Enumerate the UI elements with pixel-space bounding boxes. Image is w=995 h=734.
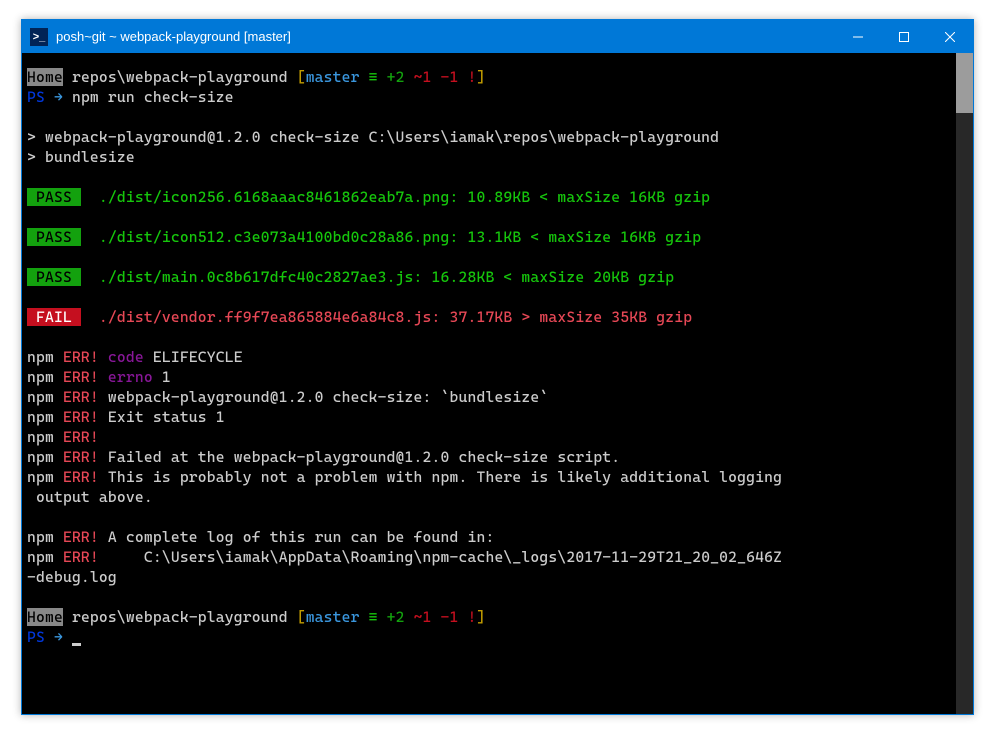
npm: npm	[27, 468, 54, 486]
branch-name: master	[306, 68, 360, 86]
err-label: ERR!	[54, 408, 99, 426]
prompt-path: repos\webpack-playground	[63, 608, 297, 626]
minimize-icon	[853, 32, 863, 42]
err-text: A complete log of this run can be found …	[99, 528, 495, 546]
npm: npm	[27, 368, 54, 386]
minimize-button[interactable]	[835, 20, 881, 53]
npm: npm	[27, 448, 54, 466]
err-text: output above.	[27, 488, 153, 506]
err-label: ERR!	[54, 388, 99, 406]
powershell-icon: >_	[30, 28, 48, 46]
branch-equiv: ≡	[360, 68, 387, 86]
branch-open: [	[297, 68, 306, 86]
pass-badge: PASS	[27, 188, 81, 206]
git-del: -1	[441, 608, 468, 626]
prompt-path: repos\webpack-playground	[63, 68, 297, 86]
close-button[interactable]	[927, 20, 973, 53]
titlebar[interactable]: >_ posh~git ~ webpack-playground [master…	[22, 20, 973, 53]
npm-header-2: > bundlesize	[27, 148, 135, 166]
err-text: Exit status 1	[99, 408, 225, 426]
scrollbar[interactable]	[956, 53, 973, 714]
err-label: ERR!	[54, 528, 99, 546]
maximize-icon	[899, 32, 909, 42]
result-line: ./dist/icon512.c3e073a4100bd0c28a86.png:…	[81, 228, 701, 246]
branch-close: ]	[477, 608, 486, 626]
branch-name: master	[306, 608, 360, 626]
npm: npm	[27, 388, 54, 406]
err-code: ELIFECYCLE	[144, 348, 243, 366]
ps-label: PS	[27, 88, 45, 106]
git-mod: ~1	[405, 608, 441, 626]
err-text: webpack-playground@1.2.0 check-size: `bu…	[99, 388, 548, 406]
pass-badge: PASS	[27, 228, 81, 246]
branch-close: ]	[477, 68, 486, 86]
terminal-output[interactable]: Home repos\webpack-playground [master ≡ …	[22, 53, 956, 714]
git-add: +2	[387, 608, 405, 626]
err-errno: 1	[153, 368, 171, 386]
prompt-arrow: →	[45, 628, 72, 646]
git-del: -1	[441, 68, 468, 86]
err-text: Failed at the webpack-playground@1.2.0 c…	[99, 448, 620, 466]
cursor	[72, 643, 81, 646]
npm: npm	[27, 528, 54, 546]
err-label: ERR!	[54, 368, 99, 386]
git-add: +2	[387, 68, 405, 86]
result-line: ./dist/icon256.6168aaac8461862eab7a.png:…	[81, 188, 710, 206]
branch-equiv: ≡	[360, 608, 387, 626]
git-bang: !	[468, 68, 477, 86]
git-bang: !	[468, 608, 477, 626]
pass-badge: PASS	[27, 268, 81, 286]
err-text: This is probably not a problem with npm.…	[99, 468, 782, 486]
git-mod: ~1	[405, 68, 441, 86]
err-code-label: code	[99, 348, 144, 366]
close-icon	[945, 32, 955, 42]
result-line: ./dist/vendor.ff9f7ea865884e6a84c8.js: 3…	[81, 308, 692, 326]
npm-header-1: > webpack-playground@1.2.0 check-size C:…	[27, 128, 719, 146]
fail-badge: FAIL	[27, 308, 81, 326]
err-errno-label: errno	[99, 368, 153, 386]
window-controls	[835, 20, 973, 53]
err-text: -debug.log	[27, 568, 117, 586]
prompt-arrow: →	[45, 88, 72, 106]
npm: npm	[27, 408, 54, 426]
err-label: ERR!	[54, 468, 99, 486]
err-label: ERR!	[54, 428, 99, 446]
ps-label: PS	[27, 628, 45, 646]
prompt-home: Home	[27, 68, 63, 86]
terminal-area: Home repos\webpack-playground [master ≡ …	[22, 53, 973, 714]
maximize-button[interactable]	[881, 20, 927, 53]
npm: npm	[27, 428, 54, 446]
scrollbar-thumb[interactable]	[956, 53, 973, 113]
npm: npm	[27, 548, 54, 566]
command-text: npm run check-size	[72, 88, 234, 106]
npm: npm	[27, 348, 54, 366]
err-label: ERR!	[54, 548, 99, 566]
err-label: ERR!	[54, 348, 99, 366]
terminal-window: >_ posh~git ~ webpack-playground [master…	[21, 19, 974, 715]
window-title: posh~git ~ webpack-playground [master]	[56, 29, 835, 44]
result-line: ./dist/main.0c8b617dfc40c2827ae3.js: 16.…	[81, 268, 674, 286]
err-text: C:\Users\iamak\AppData\Roaming\npm-cache…	[99, 548, 782, 566]
err-label: ERR!	[54, 448, 99, 466]
branch-open: [	[297, 608, 306, 626]
prompt-home: Home	[27, 608, 63, 626]
